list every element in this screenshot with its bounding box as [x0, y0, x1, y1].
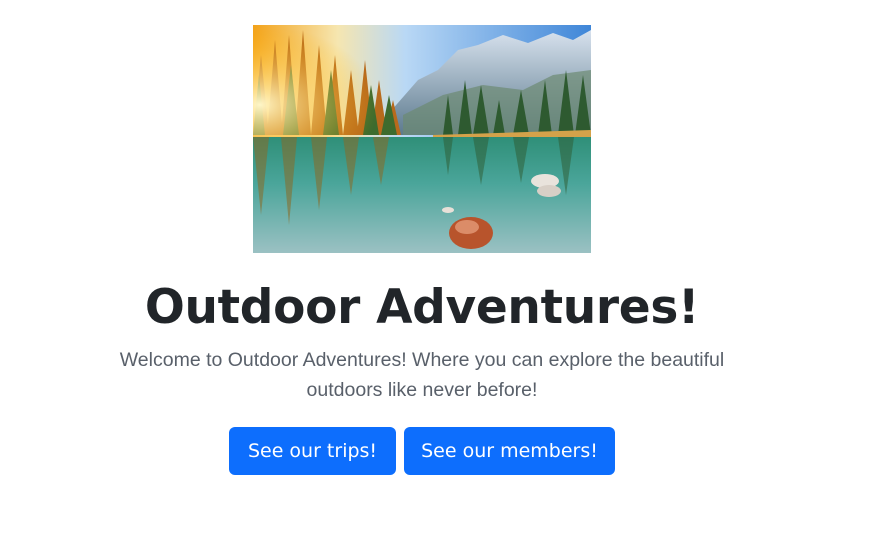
see-trips-button[interactable]: See our trips!: [229, 427, 396, 475]
page-title: Outdoor Adventures!: [144, 280, 700, 335]
see-members-button[interactable]: See our members!: [404, 427, 615, 475]
hero-landscape-image: [253, 25, 591, 253]
welcome-text: Welcome to Outdoor Adventures! Where you…: [119, 349, 725, 401]
